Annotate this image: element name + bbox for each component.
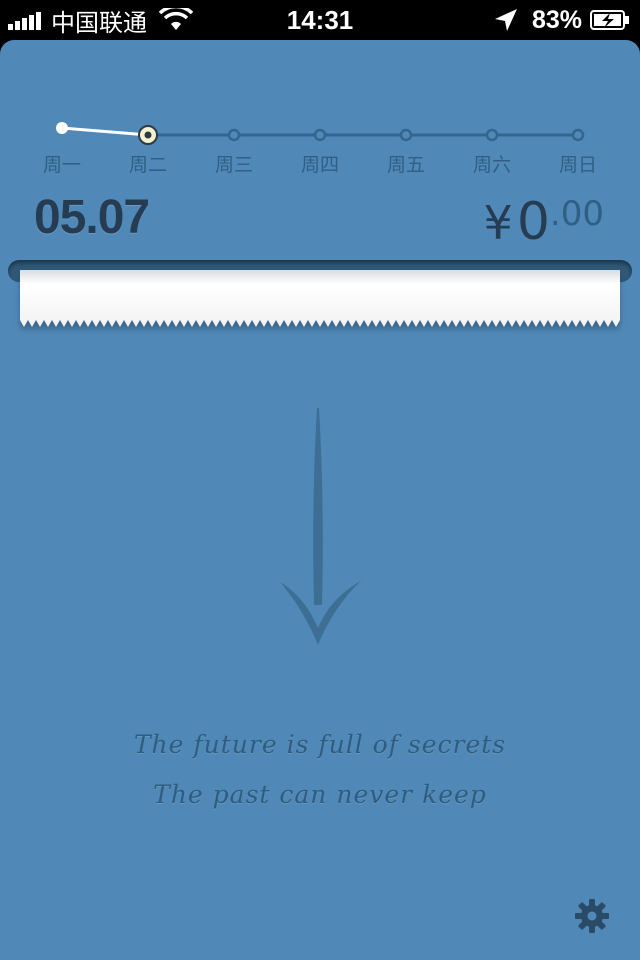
day-point[interactable] — [227, 128, 241, 142]
day-label[interactable]: 周三 — [204, 150, 264, 177]
day-label[interactable]: 周日 — [548, 150, 608, 177]
status-bar: 中国联通 14:31 83% — [0, 0, 640, 40]
day-label[interactable]: 周五 — [376, 150, 436, 177]
status-right: 83% — [494, 4, 630, 36]
battery-percent: 83% — [531, 5, 582, 34]
battery-charging-icon — [590, 10, 629, 30]
selected-day-dot — [144, 131, 152, 139]
amount-decimal: .00 — [549, 194, 604, 234]
day-label[interactable]: 周四 — [290, 150, 350, 177]
amount-integer: 0 — [516, 192, 550, 252]
day-label[interactable]: 周一 — [32, 150, 92, 177]
day-point[interactable] — [485, 128, 499, 142]
day-point[interactable] — [56, 122, 68, 134]
location-arrow-icon — [494, 9, 517, 31]
down-arrow-icon — [280, 408, 362, 645]
week-line-graph — [56, 122, 585, 145]
day-label[interactable]: 周六 — [462, 150, 522, 177]
week-data-line — [61, 126, 149, 137]
total-amount: ¥ 0 .00 — [484, 192, 604, 252]
day-point[interactable] — [399, 128, 413, 142]
day-point[interactable] — [571, 128, 585, 142]
screen: 中国联通 14:31 83% 周一 周二 周三 周四 周五 周六 周日 05.0… — [0, 0, 640, 960]
day-label[interactable]: 周二 — [118, 150, 178, 177]
week-chart[interactable]: 周一 周二 周三 周四 周五 周六 周日 — [0, 40, 640, 190]
gear-icon[interactable] — [574, 898, 610, 934]
currency-symbol: ¥ — [483, 196, 513, 250]
day-point[interactable] — [313, 128, 327, 142]
quote-line-2: The past can never keep — [153, 780, 487, 809]
app-panel: 周一 周二 周三 周四 周五 周六 周日 05.07 ¥ 0 .00 The f… — [0, 40, 640, 960]
quote-line-1: The future is full of secrets — [133, 730, 507, 759]
receipt-paper[interactable] — [20, 270, 620, 330]
selected-date: 05.07 — [34, 191, 150, 244]
